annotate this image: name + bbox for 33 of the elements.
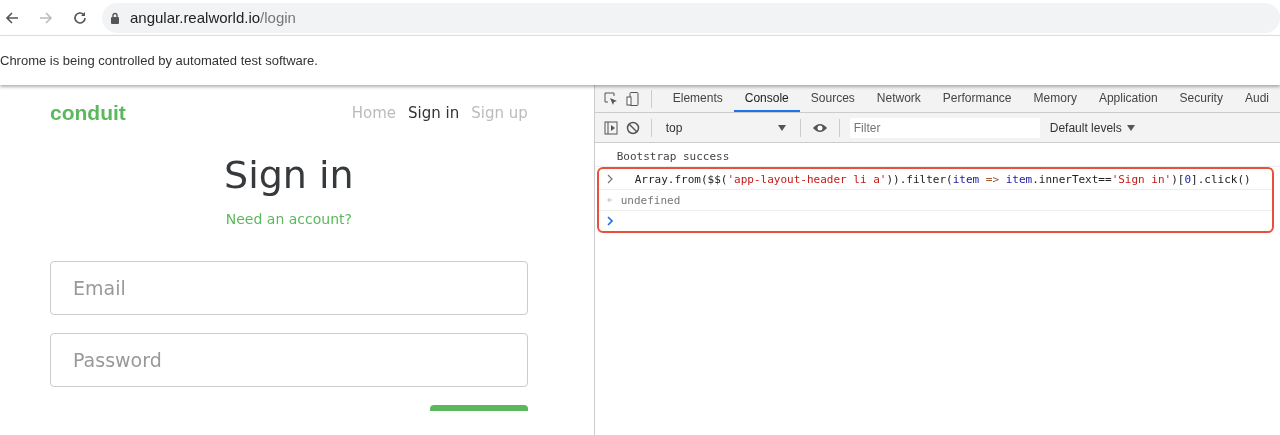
device-toolbar-icon[interactable] xyxy=(624,90,641,107)
address-bar[interactable]: angular.realworld.io/login xyxy=(102,2,1280,33)
devtools-tab[interactable]: Elements xyxy=(661,85,734,112)
sidebar-toggle-icon[interactable] xyxy=(602,119,619,136)
infobar-message: Chrome is being controlled by automated test software. xyxy=(0,53,318,68)
log-message: Bootstrap success xyxy=(616,149,730,163)
devtools-tab[interactable]: Security xyxy=(1168,85,1234,112)
reload-icon[interactable] xyxy=(72,9,88,26)
clear-console-icon[interactable] xyxy=(624,119,641,136)
devtools-tab[interactable]: Performance xyxy=(931,85,1023,112)
input-field[interactable]: Email xyxy=(50,261,528,315)
lock-icon xyxy=(110,11,120,24)
caret-icon xyxy=(777,124,786,131)
devtools-tab[interactable]: Audi xyxy=(1233,85,1280,112)
page-title: Sign in xyxy=(223,153,355,197)
result-value: undefined xyxy=(620,193,681,207)
result-arrow-icon xyxy=(606,195,613,205)
devtools-tab[interactable]: Sources xyxy=(799,85,866,112)
chevron-icon xyxy=(606,174,613,184)
devtools-tab[interactable]: Application xyxy=(1087,85,1169,112)
devtools-tab[interactable]: Memory xyxy=(1022,85,1088,112)
prompt-chevron-icon[interactable] xyxy=(606,216,613,226)
filter-field[interactable]: Filter xyxy=(849,117,1040,138)
log-levels-dropdown[interactable]: Default levels xyxy=(1049,120,1135,135)
devtools-tab[interactable]: Network xyxy=(865,85,932,112)
back-arrow-icon[interactable] xyxy=(4,9,20,26)
caret-icon xyxy=(1126,124,1135,131)
nav-link[interactable]: Sign in xyxy=(408,104,460,122)
input-field[interactable]: Password xyxy=(50,333,528,387)
command-line: Array.from($$('app-layout-header li a')).filter(item => item.innerText=='Sign in')[0].click() xyxy=(634,172,1251,186)
url-text: angular.realworld.io/login xyxy=(130,9,296,26)
inspect-cursor-icon[interactable] xyxy=(602,90,619,107)
context-selector[interactable]: top xyxy=(661,120,790,135)
